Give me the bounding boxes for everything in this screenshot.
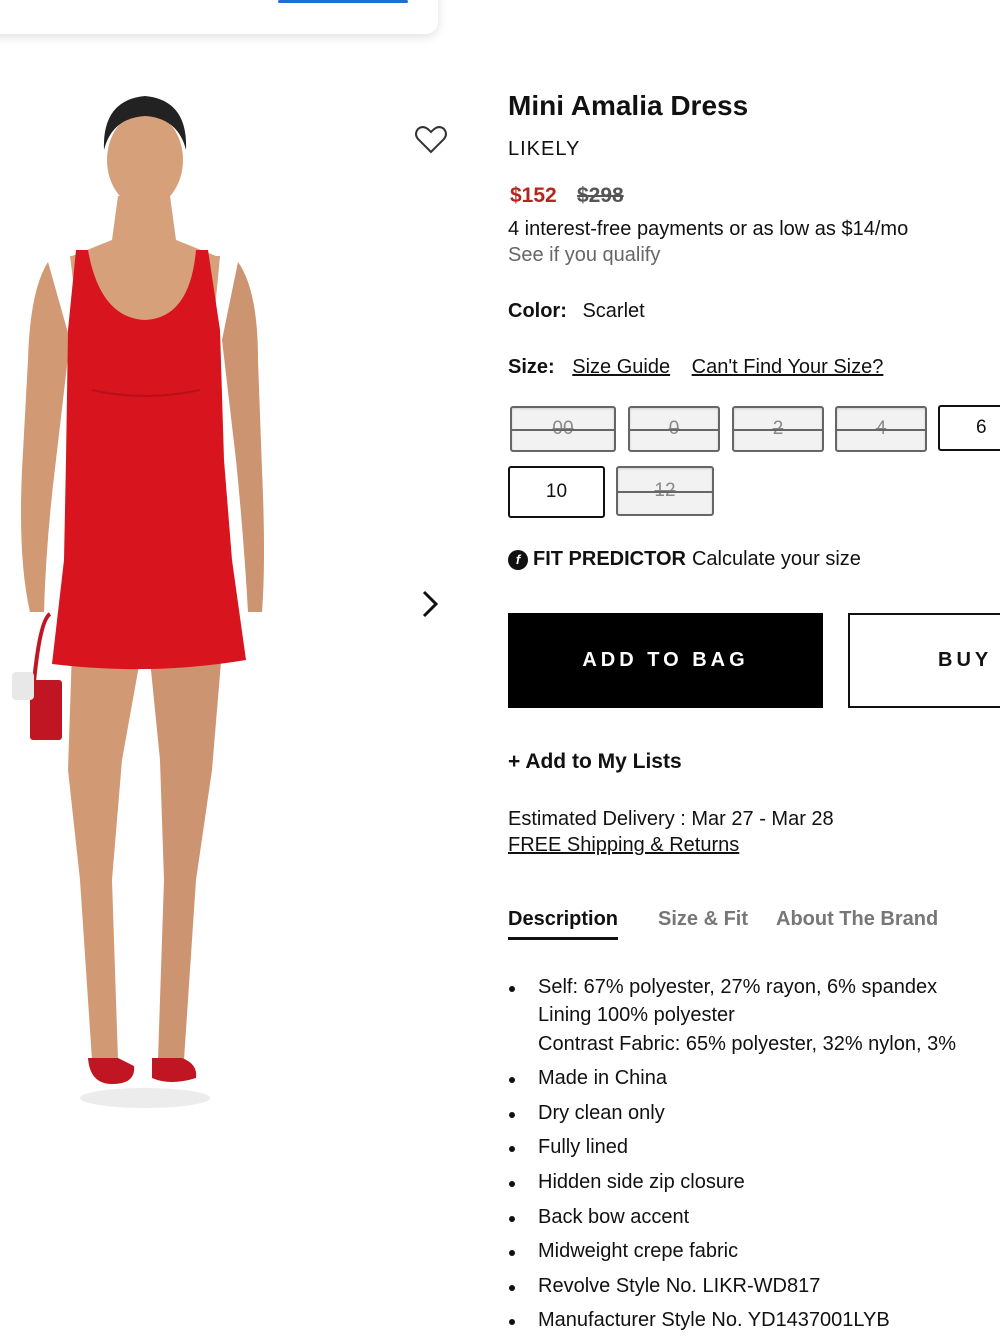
size-option-00[interactable]: 00 — [510, 406, 616, 452]
size-option-0[interactable]: 0 — [628, 406, 720, 452]
tab-description[interactable]: Description — [508, 908, 619, 940]
sale-price: $152 — [510, 184, 557, 207]
size-option-12[interactable]: 12 — [616, 466, 714, 516]
tab-size-fit[interactable]: Size & Fit — [658, 908, 748, 937]
list-item: Back bow accent — [508, 1206, 1000, 1240]
product-image[interactable] — [0, 80, 470, 1120]
popup-accent-bar — [278, 0, 408, 3]
list-item: Dry clean only — [508, 1102, 1000, 1136]
original-price: $298 — [577, 184, 624, 207]
list-item: Fully lined — [508, 1136, 1000, 1171]
list-item: Hidden side zip closure — [508, 1171, 1000, 1206]
fit-predictor-title: FIT PREDICTOR — [533, 548, 686, 570]
installments-text: 4 interest-free payments or as low as $1… — [508, 218, 909, 240]
wishlist-heart-icon[interactable] — [414, 124, 448, 156]
cant-find-size-link[interactable]: Can't Find Your Size? — [692, 356, 884, 378]
size-row: Size: Size Guide Can't Find Your Size? — [508, 356, 899, 379]
size-option-6[interactable]: 6 — [938, 405, 1000, 451]
free-shipping-link[interactable]: FREE Shipping & Returns — [508, 834, 739, 857]
buy-now-button[interactable]: BUY — [848, 613, 1000, 708]
color-row: Color: Scarlet — [508, 300, 645, 323]
fit-predictor-icon: f — [508, 549, 528, 570]
tab-about-brand[interactable]: About The Brand — [776, 908, 938, 937]
product-title: Mini Amalia Dress — [508, 90, 749, 121]
list-item: Midweight crepe fabric — [508, 1240, 1000, 1275]
size-option-10[interactable]: 10 — [508, 466, 605, 518]
size-option-4[interactable]: 4 — [835, 406, 927, 452]
list-item: Revolve Style No. LIKR-WD817 — [508, 1275, 1000, 1309]
chevron-right-icon[interactable] — [418, 588, 442, 620]
add-to-lists-link[interactable]: + Add to My Lists — [508, 750, 682, 774]
model-photo — [12, 96, 264, 1108]
list-item-text: Self: 67% polyester, 27% rayon, 6% spand… — [538, 976, 938, 998]
list-item: Manufacturer Style No. YD1437001LYB — [508, 1309, 1000, 1343]
qualify-link[interactable]: See if you qualify — [508, 244, 660, 267]
list-item: Self: 67% polyester, 27% rayon, 6% spand… — [508, 976, 1000, 1004]
size-guide-link[interactable]: Size Guide — [572, 356, 670, 378]
list-item-sub: Contrast Fabric: 65% polyester, 32% nylo… — [538, 1033, 956, 1055]
brand-name[interactable]: LIKELY — [508, 138, 580, 161]
color-value: Scarlet — [582, 300, 645, 322]
list-item-sub: Lining 100% polyester — [538, 1004, 735, 1026]
list-item: Made in China — [508, 1067, 1000, 1102]
add-to-bag-button[interactable]: ADD TO BAG — [508, 613, 823, 708]
fit-predictor-text: Calculate your size — [691, 548, 861, 570]
color-label: Color: — [508, 300, 567, 322]
description-list: Self: 67% polyester, 27% rayon, 6% spand… — [508, 976, 1000, 1343]
size-label: Size: — [508, 356, 555, 378]
fit-predictor[interactable]: f FIT PREDICTOR Calculate your size — [508, 548, 861, 571]
top-popup-card — [0, 0, 438, 34]
estimated-delivery: Estimated Delivery : Mar 27 - Mar 28 — [508, 808, 834, 830]
size-option-2[interactable]: 2 — [732, 406, 824, 452]
